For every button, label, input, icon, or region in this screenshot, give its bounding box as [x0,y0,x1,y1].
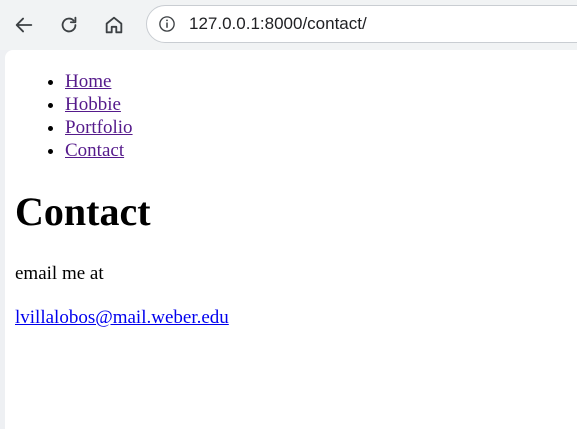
site-info-icon[interactable] [158,15,176,33]
email-link[interactable]: lvillalobos@mail.weber.edu [15,306,229,330]
url-text[interactable]: 127.0.0.1:8000/contact/ [189,14,367,34]
browser-toolbar: 127.0.0.1:8000/contact/ [0,0,577,50]
page-content: Home Hobbie Portfolio Contact Contact em… [15,50,577,328]
nav-item-contact: Contact [65,139,577,162]
home-button[interactable] [98,9,130,41]
nav-link-home[interactable]: Home [65,71,111,92]
reload-button[interactable] [53,9,85,41]
back-arrow-icon [15,17,33,33]
reload-icon [61,16,77,33]
nav-link-hobbie[interactable]: Hobbie [65,94,121,115]
back-button[interactable] [8,9,40,41]
page-title: Contact [15,189,151,234]
nav-link-contact[interactable]: Contact [65,140,124,161]
nav-item-hobbie: Hobbie [65,93,577,116]
nav-link-portfolio[interactable]: Portfolio [65,117,133,138]
nav-item-portfolio: Portfolio [65,116,577,139]
email-intro-text: email me at [15,263,104,284]
home-icon [105,16,123,34]
site-nav-list: Home Hobbie Portfolio Contact [15,70,577,162]
nav-item-home: Home [65,70,577,93]
page-viewport: Home Hobbie Portfolio Contact Contact em… [5,50,577,429]
address-bar[interactable]: 127.0.0.1:8000/contact/ [146,5,577,43]
